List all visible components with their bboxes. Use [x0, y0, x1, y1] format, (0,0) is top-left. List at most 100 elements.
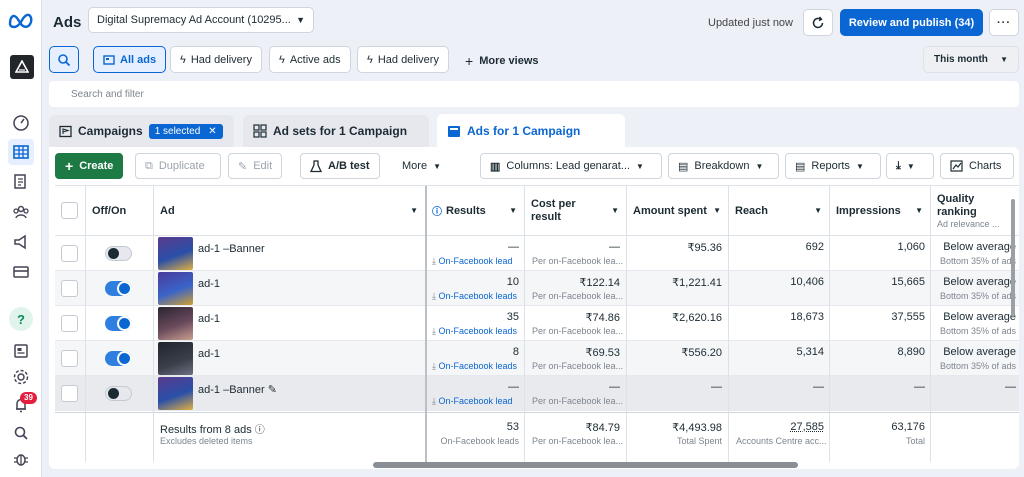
- col-header-results[interactable]: ⓘ Results ▼: [425, 186, 524, 235]
- charts-button[interactable]: Charts: [940, 153, 1014, 179]
- delivery-toggle[interactable]: [105, 351, 132, 366]
- row-checkbox[interactable]: [61, 385, 78, 402]
- view-label: All ads: [120, 53, 157, 66]
- settings-gear-icon[interactable]: [8, 364, 34, 390]
- pencil-icon[interactable]: ✎: [268, 384, 277, 396]
- ad-account-dropdown[interactable]: Digital Supremacy Ad Account (10295... ▼: [88, 7, 314, 33]
- date-range-dropdown[interactable]: This month ▼: [923, 46, 1019, 73]
- create-button[interactable]: + Create: [55, 153, 124, 179]
- toggle-knob: [119, 318, 130, 329]
- col-header-amount-spent[interactable]: Amount spent ▼: [626, 186, 728, 235]
- horizontal-scrollbar[interactable]: [373, 462, 798, 468]
- row-checkbox[interactable]: [61, 350, 78, 367]
- results-type-link[interactable]: ⤓ On-Facebook lead: [432, 396, 513, 407]
- delivery-toggle[interactable]: [105, 281, 132, 296]
- ad-name-link[interactable]: ad-1: [198, 313, 220, 325]
- more-options-button[interactable]: ···: [989, 9, 1019, 36]
- ad-name-link[interactable]: ad-1 –Banner: [198, 243, 265, 255]
- results-value: 10: [506, 276, 519, 288]
- tab-ad-sets[interactable]: Ad sets for 1 Campaign: [243, 115, 429, 147]
- row-checkbox[interactable]: [61, 245, 78, 262]
- col-header-ad[interactable]: Ad ▼: [153, 186, 425, 235]
- results-type-link[interactable]: ⤓ On-Facebook leads: [432, 291, 517, 302]
- col-header-reach[interactable]: Reach ▼: [728, 186, 829, 235]
- dashboard-icon[interactable]: [8, 109, 34, 135]
- view-had-delivery-2[interactable]: ϟ Had delivery: [357, 46, 449, 73]
- results-type-link[interactable]: ⤓ On-Facebook leads: [432, 361, 517, 372]
- help-icon[interactable]: ?: [9, 307, 33, 331]
- billing-card-icon[interactable]: [8, 259, 34, 285]
- ad-name-link[interactable]: ad-1 –Banner ✎: [198, 383, 277, 396]
- selected-count-pill[interactable]: 1 selected ✕: [148, 123, 223, 139]
- view-all-ads[interactable]: All ads: [93, 46, 167, 73]
- delivery-toggle[interactable]: [105, 316, 132, 331]
- reports-dropdown[interactable]: ▤ Reports ▼: [785, 153, 881, 179]
- lightning-bolt-icon: ϟ: [367, 53, 373, 66]
- lightning-bolt-icon: ϟ: [180, 53, 186, 66]
- table-row[interactable]: ad-1 –Banner ✎ — ⤓ On-Facebook lead — Per on…: [55, 376, 1019, 411]
- table-row[interactable]: ad-1 35 ⤓ On-Facebook leads ₹74.86 Per on-Fa…: [55, 306, 1019, 341]
- search-icon[interactable]: [8, 420, 34, 446]
- edit-button[interactable]: ✎ Edit: [228, 153, 283, 179]
- results-type-link[interactable]: ⤓ On-Facebook lead: [432, 256, 513, 267]
- bug-report-icon[interactable]: [8, 446, 34, 472]
- view-label: Active ads: [289, 53, 341, 66]
- cost-per-result-value: ₹74.86: [585, 312, 620, 324]
- col-header-impressions[interactable]: Impressions ▼: [829, 186, 930, 235]
- ad-thumbnail[interactable]: [158, 237, 193, 270]
- impressions-value: —: [914, 381, 925, 393]
- refresh-button[interactable]: [803, 9, 833, 36]
- table-row[interactable]: ad-1 –Banner — ⤓ On-Facebook lead — Per on-F…: [55, 236, 1019, 271]
- search-and-filter-input[interactable]: Search and filter: [49, 81, 1019, 107]
- tab-ads[interactable]: Ads for 1 Campaign: [437, 114, 625, 148]
- ab-test-button[interactable]: A/B test: [300, 153, 380, 179]
- info-icon[interactable]: ⓘ: [255, 425, 265, 436]
- search-toggle-button[interactable]: [49, 46, 79, 73]
- col-header-cost-per-result[interactable]: Cost per result ▼: [524, 186, 626, 235]
- table-row[interactable]: ad-1 8 ⤓ On-Facebook leads ₹69.53 Per on-Fac…: [55, 341, 1019, 376]
- clear-selection-close-icon[interactable]: ✕: [208, 126, 216, 137]
- results-type-label: On-Facebook leads: [438, 291, 518, 301]
- ad-name-link[interactable]: ad-1: [198, 278, 220, 290]
- more-views-button[interactable]: + More views: [465, 53, 539, 69]
- cost-per-result-sub: Per on-Facebook lea...: [532, 396, 624, 406]
- table-row[interactable]: ad-1 10 ⤓ On-Facebook leads ₹122.14 Per on-F…: [55, 271, 1019, 306]
- delivery-toggle[interactable]: [105, 246, 132, 261]
- results-type-label: On-Facebook leads: [438, 361, 518, 371]
- megaphone-icon[interactable]: [8, 229, 34, 255]
- view-active-ads[interactable]: ϟ Active ads: [269, 46, 351, 73]
- ad-thumbnail[interactable]: [158, 377, 193, 410]
- view-had-delivery[interactable]: ϟ Had delivery: [170, 46, 262, 73]
- total-amount-spent-sub: Total Spent: [676, 436, 722, 446]
- more-actions-dropdown[interactable]: More ▼: [392, 153, 451, 179]
- caret-down-icon: ▼: [855, 161, 864, 171]
- results-type-link[interactable]: ⤓ On-Facebook leads: [432, 326, 517, 337]
- export-dropdown[interactable]: ⤓ ▼: [886, 153, 934, 179]
- select-all-checkbox[interactable]: [61, 202, 78, 219]
- breakdown-dropdown[interactable]: ▤ Breakdown ▼: [668, 153, 779, 179]
- vertical-scrollbar[interactable]: [1011, 199, 1015, 317]
- ad-thumbnail[interactable]: [158, 307, 193, 340]
- delivery-toggle[interactable]: [105, 386, 132, 401]
- ad-name-link[interactable]: ad-1: [198, 348, 220, 360]
- col-header-quality-ranking[interactable]: Quality ranking Ad relevance ...: [930, 186, 1019, 235]
- total-reach[interactable]: 27,585: [728, 421, 824, 433]
- audiences-icon[interactable]: [8, 199, 34, 225]
- account-avatar[interactable]: [10, 55, 34, 79]
- ads-manager-table-icon[interactable]: [8, 139, 34, 165]
- news-icon[interactable]: [8, 338, 34, 364]
- col-header-off-on[interactable]: Off/On: [85, 186, 153, 235]
- row-checkbox[interactable]: [61, 315, 78, 332]
- duplicate-button[interactable]: ⧉ Duplicate: [135, 153, 221, 179]
- pages-icon[interactable]: [8, 169, 34, 195]
- ad-thumbnail[interactable]: [158, 342, 193, 375]
- row-checkbox[interactable]: [61, 280, 78, 297]
- date-range-label: This month: [934, 54, 988, 65]
- toggle-knob: [119, 353, 130, 364]
- ad-thumbnail[interactable]: [158, 272, 193, 305]
- columns-dropdown[interactable]: ▥ Columns: Lead genarat... ▼: [480, 153, 662, 179]
- tab-campaigns[interactable]: Campaigns 1 selected ✕: [49, 115, 234, 147]
- meta-logo-icon[interactable]: [7, 10, 35, 30]
- review-and-publish-button[interactable]: Review and publish (34): [840, 9, 983, 36]
- table-header-row: Off/On Ad ▼ ⓘ Results ▼ Cost per result ▼ Am…: [55, 186, 1019, 236]
